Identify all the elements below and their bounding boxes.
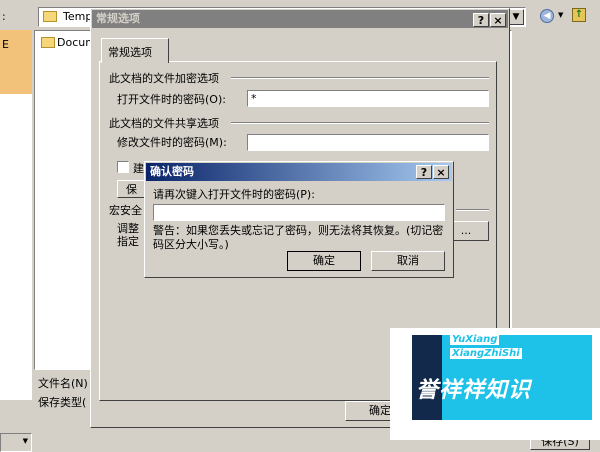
macro-security-label: 宏安全 (109, 204, 142, 217)
help-button[interactable]: ? (416, 165, 432, 179)
confirm-password-field[interactable] (153, 204, 445, 221)
open-password-label: 打开文件时的密码(O): (117, 93, 226, 106)
back-dropdown-icon[interactable]: ▼ (558, 11, 563, 19)
open-password-value: * (251, 92, 257, 105)
help-button[interactable]: ? (473, 13, 489, 27)
group-divider (231, 122, 489, 124)
watermark-en-line1: YuXiang (450, 334, 500, 345)
confirm-titlebar[interactable]: 确认密码 (146, 163, 452, 181)
protect-button-label: 保 (126, 183, 137, 196)
password-warning: 警告：如果您丢失或忘记了密码，则无法将其恢复。(切记密码区分大小写。) (153, 224, 444, 251)
close-button[interactable]: × (490, 13, 506, 27)
bg-path-label: : (2, 10, 6, 23)
confirm-title: 确认密码 (150, 165, 194, 178)
folder-icon (43, 11, 57, 22)
group-divider (231, 77, 489, 79)
options-titlebar[interactable]: 常规选项 (92, 10, 508, 28)
tab-label: 常规选项 (108, 46, 152, 59)
recommend-readonly-checkbox[interactable] (117, 161, 129, 173)
filetype-label: 保存类型( (38, 396, 87, 409)
close-button[interactable]: × (433, 165, 449, 179)
folder-path-text: Temp (63, 10, 93, 23)
folder-icon (41, 37, 55, 48)
confirm-cancel-button[interactable]: 取消 (371, 251, 445, 271)
tab-general[interactable]: 常规选项 (101, 38, 169, 63)
modify-password-label: 修改文件时的密码(M): (117, 136, 227, 149)
watermark-zh: 誉祥祥知识 (416, 378, 532, 403)
chevron-down-icon: ▼ (22, 437, 28, 445)
options-title: 常规选项 (96, 12, 140, 25)
back-icon[interactable]: ◀ (540, 9, 554, 23)
open-password-field[interactable]: * (247, 90, 489, 107)
confirm-prompt: 请再次键入打开文件时的密码(P): (153, 188, 315, 201)
macro-text-line2: 指定 (117, 235, 139, 248)
combo-dropdown-button[interactable]: ▼ (508, 9, 524, 25)
places-bar: E (0, 30, 32, 400)
confirm-ok-button[interactable]: 确定 (287, 251, 361, 271)
sharing-group-label: 此文档的文件共享选项 (109, 117, 219, 130)
group-divider (456, 209, 489, 211)
confirm-password-dialog: 确认密码 ? × 请再次键入打开文件时的密码(P): 警告：如果您丢失或忘记了密… (144, 161, 454, 278)
watermark-en-line2: XiangZhiShi (450, 348, 522, 359)
up-folder-icon[interactable]: ↑ (572, 8, 586, 22)
checkbox-label: 建 (133, 162, 144, 175)
encryption-group-label: 此文档的文件加密选项 (109, 72, 219, 85)
places-bar-label: E (2, 38, 9, 51)
modify-password-field[interactable] (247, 134, 489, 151)
bottom-combo[interactable]: ▼ (0, 433, 32, 452)
filename-label: 文件名(N) (38, 377, 88, 390)
